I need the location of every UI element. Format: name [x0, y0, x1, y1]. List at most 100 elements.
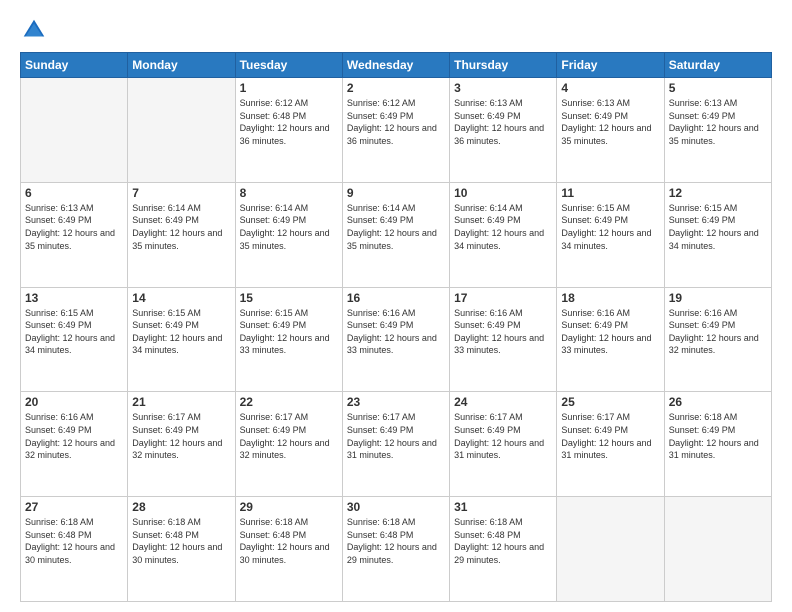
day-detail: Sunrise: 6:18 AM Sunset: 6:49 PM Dayligh… — [669, 411, 767, 461]
day-detail: Sunrise: 6:14 AM Sunset: 6:49 PM Dayligh… — [454, 202, 552, 252]
day-number: 10 — [454, 186, 552, 200]
day-number: 17 — [454, 291, 552, 305]
dow-header-monday: Monday — [128, 53, 235, 78]
day-detail: Sunrise: 6:18 AM Sunset: 6:48 PM Dayligh… — [25, 516, 123, 566]
day-number: 22 — [240, 395, 338, 409]
logo — [20, 16, 52, 44]
day-number: 4 — [561, 81, 659, 95]
week-row-5: 27 Sunrise: 6:18 AM Sunset: 6:48 PM Dayli… — [21, 497, 772, 602]
day-number: 13 — [25, 291, 123, 305]
calendar-cell: 2Sunrise: 6:12 AM Sunset: 6:49 PM Daylig… — [342, 78, 449, 183]
calendar-body: 1 Sunrise: 6:12 AM Sunset: 6:48 PM Daylig… — [21, 78, 772, 602]
day-detail: Sunrise: 6:15 AM Sunset: 6:49 PM Dayligh… — [132, 307, 230, 357]
day-number: 9 — [347, 186, 445, 200]
day-detail: Sunrise: 6:18 AM Sunset: 6:48 PM Dayligh… — [454, 516, 552, 566]
calendar-cell: 5Sunrise: 6:13 AM Sunset: 6:49 PM Daylig… — [664, 78, 771, 183]
dow-header-wednesday: Wednesday — [342, 53, 449, 78]
day-detail: Sunrise: 6:13 AM Sunset: 6:49 PM Dayligh… — [454, 97, 552, 147]
header — [20, 16, 772, 44]
day-number: 18 — [561, 291, 659, 305]
days-of-week-row: SundayMondayTuesdayWednesdayThursdayFrid… — [21, 53, 772, 78]
dow-header-tuesday: Tuesday — [235, 53, 342, 78]
calendar-cell: 20 Sunrise: 6:16 AM Sunset: 6:49 PM Dayli… — [21, 392, 128, 497]
week-row-2: 6Sunrise: 6:13 AM Sunset: 6:49 PM Daylig… — [21, 182, 772, 287]
day-detail: Sunrise: 6:16 AM Sunset: 6:49 PM Dayligh… — [347, 307, 445, 357]
calendar-cell — [664, 497, 771, 602]
calendar-cell: 25 Sunrise: 6:17 AM Sunset: 6:49 PM Dayli… — [557, 392, 664, 497]
week-row-1: 1 Sunrise: 6:12 AM Sunset: 6:48 PM Daylig… — [21, 78, 772, 183]
week-row-4: 20 Sunrise: 6:16 AM Sunset: 6:49 PM Dayli… — [21, 392, 772, 497]
calendar-cell: 14 Sunrise: 6:15 AM Sunset: 6:49 PM Dayli… — [128, 287, 235, 392]
day-detail: Sunrise: 6:18 AM Sunset: 6:48 PM Dayligh… — [347, 516, 445, 566]
day-detail: Sunrise: 6:15 AM Sunset: 6:49 PM Dayligh… — [240, 307, 338, 357]
calendar-cell: 16 Sunrise: 6:16 AM Sunset: 6:49 PM Dayli… — [342, 287, 449, 392]
day-detail: Sunrise: 6:18 AM Sunset: 6:48 PM Dayligh… — [132, 516, 230, 566]
calendar-cell: 1 Sunrise: 6:12 AM Sunset: 6:48 PM Daylig… — [235, 78, 342, 183]
day-number: 8 — [240, 186, 338, 200]
day-detail: Sunrise: 6:17 AM Sunset: 6:49 PM Dayligh… — [132, 411, 230, 461]
calendar-cell: 28 Sunrise: 6:18 AM Sunset: 6:48 PM Dayli… — [128, 497, 235, 602]
day-detail: Sunrise: 6:16 AM Sunset: 6:49 PM Dayligh… — [561, 307, 659, 357]
day-number: 27 — [25, 500, 123, 514]
logo-icon — [20, 16, 48, 44]
day-number: 25 — [561, 395, 659, 409]
day-number: 21 — [132, 395, 230, 409]
calendar-cell: 29Sunrise: 6:18 AM Sunset: 6:48 PM Dayli… — [235, 497, 342, 602]
day-detail: Sunrise: 6:12 AM Sunset: 6:48 PM Dayligh… — [240, 97, 338, 147]
calendar-cell — [128, 78, 235, 183]
day-detail: Sunrise: 6:14 AM Sunset: 6:49 PM Dayligh… — [132, 202, 230, 252]
day-number: 24 — [454, 395, 552, 409]
calendar-cell: 31 Sunrise: 6:18 AM Sunset: 6:48 PM Dayli… — [450, 497, 557, 602]
calendar-cell: 11Sunrise: 6:15 AM Sunset: 6:49 PM Dayli… — [557, 182, 664, 287]
calendar-cell: 7 Sunrise: 6:14 AM Sunset: 6:49 PM Daylig… — [128, 182, 235, 287]
day-number: 28 — [132, 500, 230, 514]
calendar-cell: 15 Sunrise: 6:15 AM Sunset: 6:49 PM Dayli… — [235, 287, 342, 392]
dow-header-thursday: Thursday — [450, 53, 557, 78]
calendar-cell — [557, 497, 664, 602]
calendar-cell: 4 Sunrise: 6:13 AM Sunset: 6:49 PM Daylig… — [557, 78, 664, 183]
day-detail: Sunrise: 6:16 AM Sunset: 6:49 PM Dayligh… — [669, 307, 767, 357]
week-row-3: 13 Sunrise: 6:15 AM Sunset: 6:49 PM Dayli… — [21, 287, 772, 392]
day-detail: Sunrise: 6:15 AM Sunset: 6:49 PM Dayligh… — [669, 202, 767, 252]
day-number: 1 — [240, 81, 338, 95]
day-number: 15 — [240, 291, 338, 305]
calendar-cell — [21, 78, 128, 183]
calendar-cell: 18 Sunrise: 6:16 AM Sunset: 6:49 PM Dayli… — [557, 287, 664, 392]
day-detail: Sunrise: 6:17 AM Sunset: 6:49 PM Dayligh… — [454, 411, 552, 461]
calendar-cell: 13Sunrise: 6:15 AM Sunset: 6:49 PM Dayli… — [21, 287, 128, 392]
day-detail: Sunrise: 6:14 AM Sunset: 6:49 PM Dayligh… — [347, 202, 445, 252]
day-number: 29 — [240, 500, 338, 514]
day-detail: Sunrise: 6:17 AM Sunset: 6:49 PM Dayligh… — [240, 411, 338, 461]
day-number: 14 — [132, 291, 230, 305]
day-number: 20 — [25, 395, 123, 409]
day-number: 12 — [669, 186, 767, 200]
day-detail: Sunrise: 6:16 AM Sunset: 6:49 PM Dayligh… — [25, 411, 123, 461]
calendar-cell: 19 Sunrise: 6:16 AM Sunset: 6:49 PM Dayli… — [664, 287, 771, 392]
day-number: 30 — [347, 500, 445, 514]
day-number: 16 — [347, 291, 445, 305]
day-number: 3 — [454, 81, 552, 95]
day-number: 7 — [132, 186, 230, 200]
day-number: 31 — [454, 500, 552, 514]
calendar-cell: 22 Sunrise: 6:17 AM Sunset: 6:49 PM Dayli… — [235, 392, 342, 497]
day-detail: Sunrise: 6:15 AM Sunset: 6:49 PM Dayligh… — [561, 202, 659, 252]
dow-header-sunday: Sunday — [21, 53, 128, 78]
calendar-cell: 27 Sunrise: 6:18 AM Sunset: 6:48 PM Dayli… — [21, 497, 128, 602]
day-detail: Sunrise: 6:16 AM Sunset: 6:49 PM Dayligh… — [454, 307, 552, 357]
calendar-cell: 24 Sunrise: 6:17 AM Sunset: 6:49 PM Dayli… — [450, 392, 557, 497]
dow-header-saturday: Saturday — [664, 53, 771, 78]
day-detail: Sunrise: 6:14 AM Sunset: 6:49 PM Dayligh… — [240, 202, 338, 252]
day-number: 23 — [347, 395, 445, 409]
day-detail: Sunrise: 6:17 AM Sunset: 6:49 PM Dayligh… — [347, 411, 445, 461]
day-detail: Sunrise: 6:17 AM Sunset: 6:49 PM Dayligh… — [561, 411, 659, 461]
calendar-cell: 9 Sunrise: 6:14 AM Sunset: 6:49 PM Daylig… — [342, 182, 449, 287]
day-detail: Sunrise: 6:13 AM Sunset: 6:49 PM Dayligh… — [669, 97, 767, 147]
calendar-cell: 12 Sunrise: 6:15 AM Sunset: 6:49 PM Dayli… — [664, 182, 771, 287]
day-number: 6 — [25, 186, 123, 200]
calendar-table: SundayMondayTuesdayWednesdayThursdayFrid… — [20, 52, 772, 602]
day-number: 26 — [669, 395, 767, 409]
day-detail: Sunrise: 6:13 AM Sunset: 6:49 PM Dayligh… — [561, 97, 659, 147]
calendar-cell: 3 Sunrise: 6:13 AM Sunset: 6:49 PM Daylig… — [450, 78, 557, 183]
calendar-cell: 8 Sunrise: 6:14 AM Sunset: 6:49 PM Daylig… — [235, 182, 342, 287]
day-number: 19 — [669, 291, 767, 305]
